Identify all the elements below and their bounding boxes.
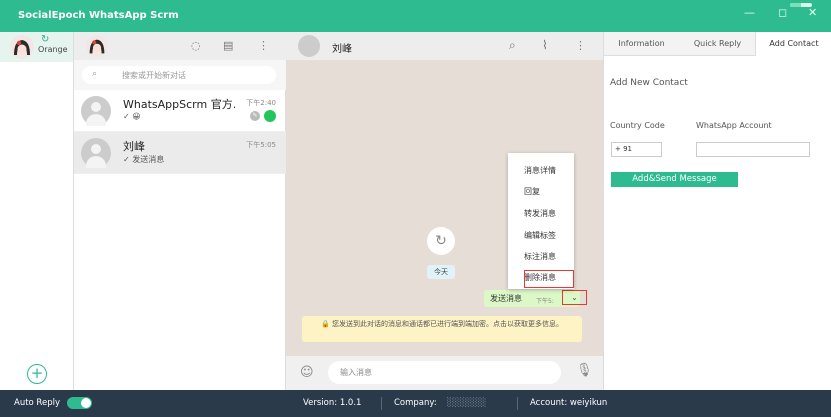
- chat-list-item[interactable]: 刘峰 下午5:05 ✓ 发送消息: [74, 132, 286, 174]
- account-name: Orange: [38, 45, 68, 54]
- menu-icon[interactable]: ⋮: [575, 39, 586, 52]
- account-label: Account: weiyikun: [530, 398, 608, 408]
- chat-last-message: ✓ 😀: [123, 112, 141, 121]
- form-title: Add New Contact: [610, 78, 688, 88]
- chat-name: WhatsAppScrm 官方…: [123, 98, 235, 111]
- contact-avatar: [81, 138, 111, 168]
- message-input-placeholder: 输入消息: [340, 368, 372, 377]
- message-composer: ☺ 输入消息 🎙: [286, 356, 603, 390]
- close-icon[interactable]: ✕: [808, 6, 817, 19]
- chat-list-item[interactable]: WhatsAppScrm 官方… 下午2:40 ✓ 😀 ✎: [74, 90, 286, 132]
- attach-icon[interactable]: ⌇: [542, 38, 548, 52]
- chat-list-panel: ◌ ▤ ⋮ ⌕ 搜索或开始新对话 WhatsAppScrm 官方… 下午2:40…: [74, 32, 286, 390]
- message-dropdown-icon[interactable]: ⌄: [562, 290, 587, 305]
- whatsapp-account-field[interactable]: [696, 142, 810, 157]
- company-value: ░░░░░░: [447, 398, 487, 408]
- add-account-button[interactable]: +: [27, 364, 47, 384]
- menu-item-message-info[interactable]: 消息详情: [524, 165, 556, 176]
- chat-name: 刘峰: [123, 140, 145, 153]
- contact-panel: Information Quick Reply Add Contact Add …: [603, 32, 831, 390]
- emoji-icon[interactable]: ☺: [300, 365, 314, 380]
- panel-tabs: Information Quick Reply Add Contact: [604, 32, 831, 56]
- whatsapp-account-label: WhatsApp Account: [696, 121, 772, 130]
- message-input[interactable]: 输入消息: [328, 361, 561, 384]
- status-bar: Auto Reply Version: 1.0.1 Company: ░░░░░…: [0, 390, 831, 417]
- new-chat-icon[interactable]: ▤: [223, 39, 233, 52]
- search-placeholder: 搜索或开始新对话: [122, 71, 186, 80]
- window-title: SocialEpoch WhatsApp Scrm: [18, 10, 179, 21]
- menu-icon[interactable]: ⋮: [258, 39, 269, 52]
- chat-time: 下午2:40: [246, 99, 276, 107]
- tab-quick-reply[interactable]: Quick Reply: [680, 32, 755, 56]
- user-avatar[interactable]: [86, 35, 108, 57]
- search-icon[interactable]: ⌕: [509, 38, 516, 53]
- account-sidebar: ↻ Orange +: [0, 32, 74, 390]
- status-icon[interactable]: ◌: [191, 39, 201, 52]
- tab-information[interactable]: Information: [604, 32, 679, 56]
- conversation-panel: 刘峰 ⌕ ⌇ ⋮ ↻ 今天 发送消息 下午5: ⌄ 🔒 您发送到此对话的消息和通…: [286, 32, 603, 390]
- search-bar: ⌕ 搜索或开始新对话: [74, 60, 286, 90]
- reload-icon[interactable]: ↻: [427, 227, 455, 255]
- divider: [517, 397, 518, 410]
- country-code-field[interactable]: + 91: [611, 142, 662, 157]
- contact-avatar[interactable]: [298, 35, 320, 57]
- account-avatar: [10, 35, 34, 59]
- microphone-icon[interactable]: 🎙: [576, 363, 593, 378]
- message-context-menu: 消息详情 回复 转发消息 编辑标签 标注消息 删除消息: [508, 153, 574, 289]
- tab-add-contact[interactable]: Add Contact: [755, 32, 831, 56]
- auto-reply-label: Auto Reply: [14, 398, 60, 408]
- title-bar: SocialEpoch WhatsApp Scrm — ◻ ✕: [0, 0, 831, 32]
- version-label: Version: 1.0.1: [303, 398, 362, 408]
- maximize-icon[interactable]: ◻: [778, 6, 787, 19]
- search-input[interactable]: ⌕ 搜索或开始新对话: [82, 66, 276, 84]
- unread-badge: [264, 110, 276, 122]
- divider: [381, 397, 382, 410]
- refresh-icon[interactable]: ↻: [41, 34, 49, 45]
- update-progress-fill: [790, 3, 801, 7]
- chat-last-message: ✓ 发送消息: [123, 155, 165, 164]
- delete-highlight: [524, 270, 574, 288]
- add-send-message-button[interactable]: Add&Send Message: [611, 172, 738, 187]
- message-area: ↻ 今天 发送消息 下午5: ⌄ 🔒 您发送到此对话的消息和通话都已进行端到端加…: [286, 60, 603, 356]
- chat-time: 下午5:05: [246, 141, 276, 149]
- pin-icon: ✎: [250, 111, 260, 121]
- account-item[interactable]: ↻ Orange: [0, 32, 73, 62]
- encryption-notice[interactable]: 🔒 您发送到此对话的消息和通话都已进行端到端加密。点击以获取更多信息。: [302, 316, 582, 342]
- contact-avatar: [81, 96, 111, 126]
- message-text: 发送消息: [490, 294, 522, 303]
- message-time: 下午5:: [536, 298, 554, 305]
- auto-reply-toggle[interactable]: [67, 397, 92, 409]
- conversation-header: 刘峰 ⌕ ⌇ ⋮: [286, 32, 603, 60]
- toggle-knob: [81, 398, 91, 408]
- chat-list-header: ◌ ▤ ⋮: [74, 32, 286, 60]
- minimize-icon[interactable]: —: [744, 6, 755, 19]
- search-icon: ⌕: [92, 69, 98, 79]
- contact-name: 刘峰: [332, 44, 352, 55]
- menu-item-forward[interactable]: 转发消息: [524, 208, 556, 219]
- company-label: Company:: [394, 398, 437, 408]
- date-divider: 今天: [427, 265, 455, 279]
- menu-item-edit-label[interactable]: 编辑标签: [524, 230, 556, 241]
- menu-item-star[interactable]: 标注消息: [524, 251, 556, 262]
- country-code-label: Country Code: [610, 121, 665, 130]
- menu-item-reply[interactable]: 回复: [524, 186, 540, 197]
